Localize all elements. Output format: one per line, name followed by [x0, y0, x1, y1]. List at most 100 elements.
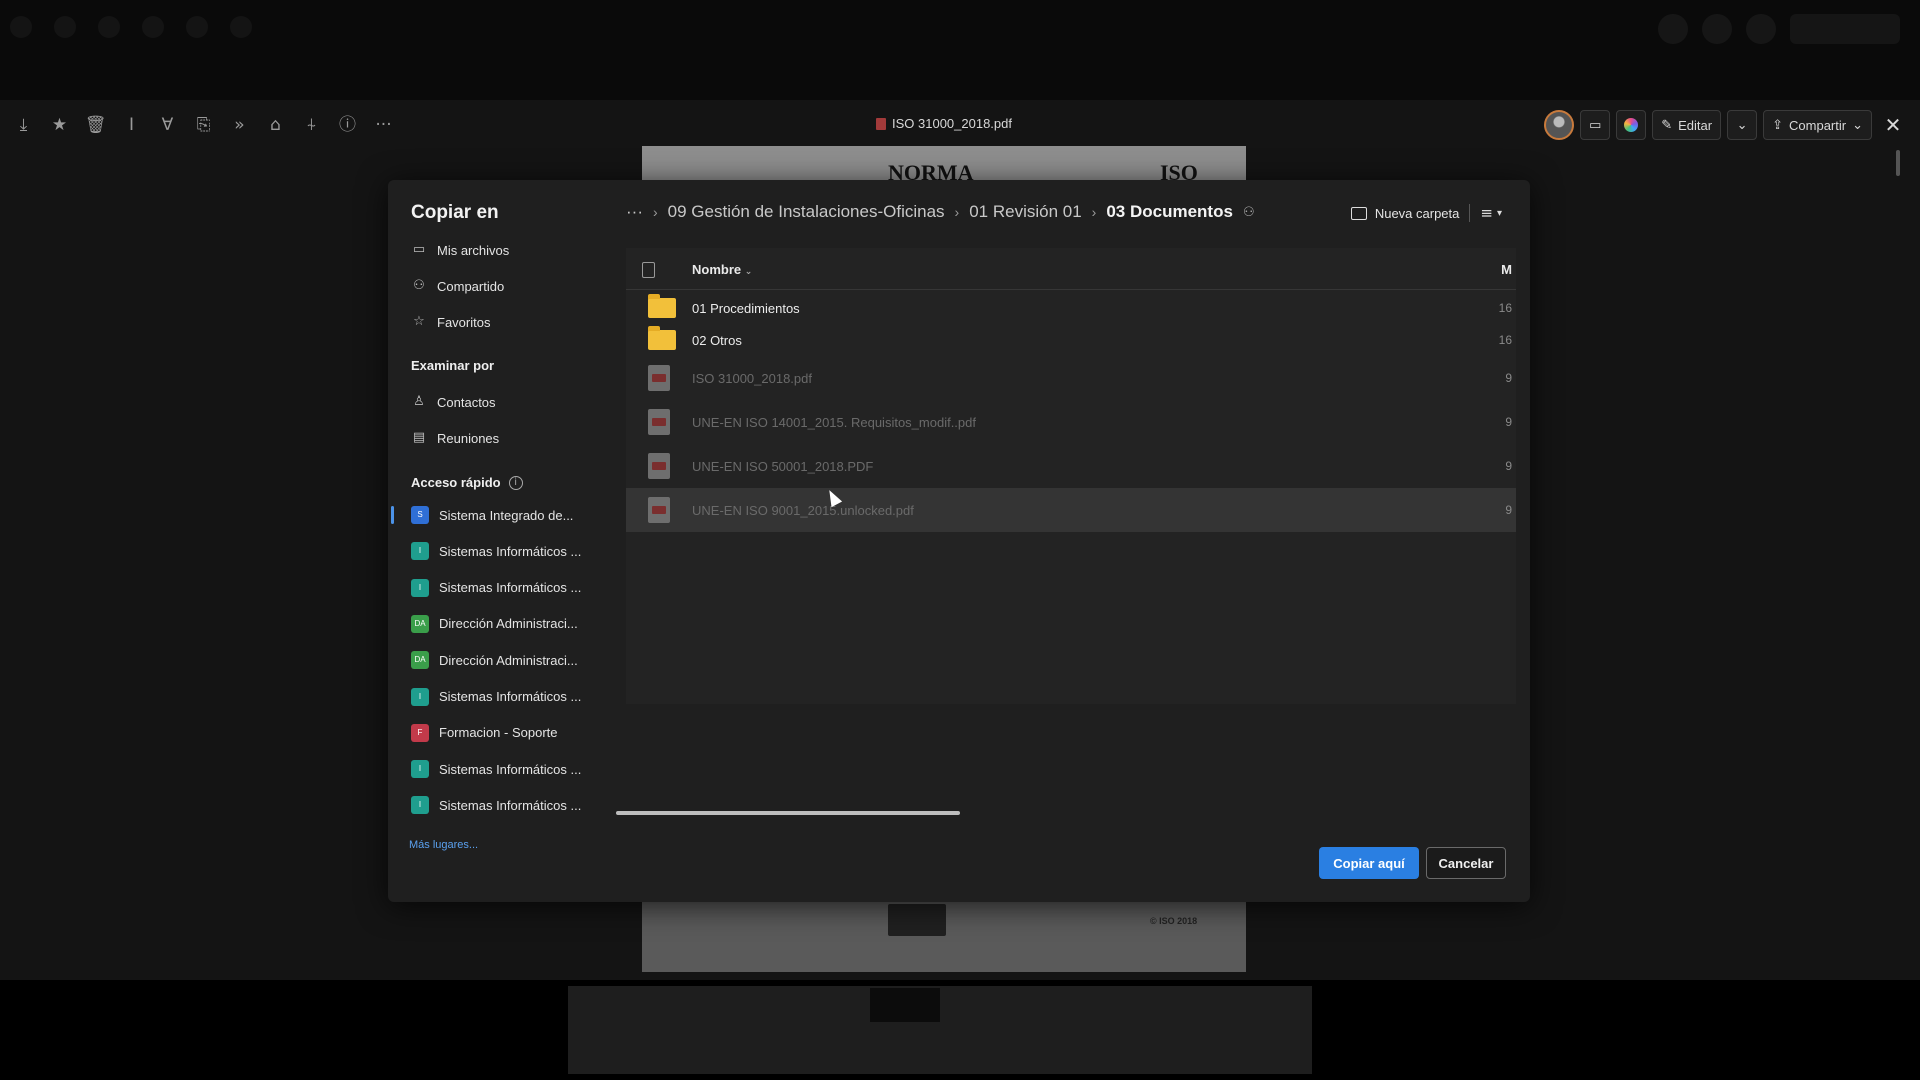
quick-access-item[interactable]: I Sistemas Informáticos ...	[411, 576, 581, 600]
quick-access-label: Dirección Administraci...	[439, 616, 578, 632]
share-button[interactable]: ⇪ Compartir ⌄	[1763, 110, 1872, 140]
lock-icon[interactable]: ⌂	[264, 113, 287, 137]
move-icon[interactable]: ⎘	[192, 113, 215, 137]
quick-access-item[interactable]: F Formacion - Soporte	[411, 721, 558, 745]
sidebar-item-meetings[interactable]: ▤ Reuniones	[411, 426, 499, 450]
iso-logo	[888, 904, 946, 936]
copy-to-dialog: Copiar en ▭ Mis archivos ⚇ Compartido ☆ …	[388, 180, 1530, 902]
background-header-actions	[1658, 14, 1900, 44]
quick-access-item[interactable]: DA Dirección Administraci...	[411, 648, 578, 672]
chevron-right-icon: ›	[652, 204, 658, 220]
quick-access-item[interactable]: S Sistema Integrado de...	[411, 503, 573, 527]
file-list-header: Nombre ⌄ M	[626, 248, 1516, 290]
file-title: ISO 31000_2018.pdf	[876, 116, 1012, 131]
viewer-toolbar: ⤓ ★ 🗑 I ∀ ⎘ » ⌂ ⍭ ⓘ ··· ISO 31000_2018.pdf ▭ ✎ Edi…	[0, 100, 1920, 176]
quick-access-heading-text: Acceso rápido	[411, 475, 501, 490]
more-places-link[interactable]: Más lugares...	[409, 839, 478, 851]
toolbar-icon-group: ⤓ ★ 🗑 I ∀ ⎘ » ⌂ ⍭ ⓘ ···	[12, 113, 395, 137]
shared-people-icon: ⚇	[1242, 204, 1255, 220]
breadcrumb-current: 03 Documentos	[1106, 202, 1233, 221]
site-badge-icon: S	[411, 506, 429, 524]
rename-icon[interactable]: I	[120, 113, 143, 137]
sidebar-item-shared[interactable]: ⚇ Compartido	[411, 274, 504, 298]
copilot-button[interactable]	[1616, 110, 1647, 140]
sidebar-item-my-files[interactable]: ▭ Mis archivos	[411, 238, 509, 262]
comment-button[interactable]: ▭	[1580, 110, 1611, 140]
calendar-icon: ▤	[412, 430, 426, 445]
file-list: Nombre ⌄ M 01 Procedimientos 16 02 Otros 16…	[626, 248, 1516, 704]
sidebar-item-contacts[interactable]: ♙ Contactos	[411, 390, 496, 414]
copilot-icon	[1624, 118, 1639, 132]
breadcrumb-overflow[interactable]: ···	[626, 202, 643, 222]
trash-icon[interactable]: 🗑	[84, 113, 107, 137]
filter-icon[interactable]: ∀	[156, 113, 179, 137]
viewer-actions: ▭ ✎ Editar ⌄ ⇪ Compartir ⌄ ✕	[1544, 110, 1908, 140]
row-name: 02 Otros	[692, 332, 742, 348]
quick-access-label: Sistemas Informáticos ...	[439, 543, 582, 559]
pdf-file-icon	[648, 409, 670, 435]
info-icon[interactable]: i	[508, 475, 523, 490]
file-row[interactable]: UNE-EN ISO 14001_2015. Requisitos_modif.…	[626, 400, 1516, 444]
sidebar-item-label: Contactos	[437, 394, 496, 410]
edit-button[interactable]: ✎ Editar	[1652, 110, 1722, 140]
folder-row[interactable]: 01 Procedimientos 16	[626, 292, 1516, 324]
avatar[interactable]	[1544, 110, 1575, 140]
breadcrumb-item[interactable]: 01 Revisión 01	[969, 202, 1081, 222]
column-header-name-text: Nombre	[692, 262, 742, 277]
site-badge-icon: I	[411, 760, 429, 779]
chevron-right-icon: ›	[1091, 204, 1097, 220]
folder-row[interactable]: 02 Otros 16	[626, 324, 1516, 356]
row-modified: 9	[1505, 371, 1512, 385]
toolbar-divider	[1469, 204, 1471, 222]
sidebar-item-favorites[interactable]: ☆ Favoritos	[411, 310, 490, 334]
sidebar-item-label: Compartido	[437, 278, 505, 294]
breadcrumb-item[interactable]: 09 Gestión de Instalaciones-Oficinas	[668, 202, 945, 222]
pin-icon[interactable]: ⍭	[300, 113, 323, 137]
star-icon[interactable]: ★	[48, 113, 71, 137]
column-header-modified[interactable]: M	[1501, 262, 1512, 277]
comment-icon: ▭	[1589, 117, 1602, 132]
background-next-page	[568, 986, 1312, 1074]
forward-icon[interactable]: »	[228, 113, 251, 137]
download-icon[interactable]: ⤓	[12, 113, 35, 137]
site-badge-icon: DA	[411, 614, 429, 633]
quick-access-item[interactable]: I Sistemas Informáticos ...	[411, 539, 581, 563]
edit-dropdown-button[interactable]: ⌄	[1727, 110, 1758, 140]
cancel-button[interactable]: Cancelar	[1426, 847, 1506, 879]
new-folder-icon	[1350, 206, 1367, 220]
viewer-scrollbar[interactable]	[1896, 150, 1900, 176]
file-row[interactable]: ISO 31000_2018.pdf 9	[626, 356, 1516, 400]
dialog-sidebar: Copiar en ▭ Mis archivos ⚇ Compartido ☆ …	[388, 180, 610, 902]
chevron-down-icon: ▾	[1496, 207, 1502, 219]
row-name: 01 Procedimientos	[692, 300, 800, 316]
quick-access-item[interactable]: I Sistemas Informáticos ...	[411, 793, 581, 817]
file-row[interactable]: UNE-EN ISO 50001_2018.PDF 9	[626, 444, 1516, 488]
document-copyright: © ISO 2018	[1150, 916, 1198, 926]
share-icon: ⇪	[1772, 117, 1784, 132]
site-badge-icon: I	[411, 578, 429, 597]
new-folder-button[interactable]: Nueva carpeta	[1350, 205, 1460, 221]
pdf-file-icon	[648, 365, 670, 391]
file-row[interactable]: UNE-EN ISO 9001_2015.unlocked.pdf 9	[626, 488, 1516, 532]
quick-access-item[interactable]: I Sistemas Informáticos ...	[411, 757, 581, 781]
background-toolbar-icons	[10, 16, 252, 38]
view-options-button[interactable]: ≡ ▾	[1480, 204, 1502, 222]
person-icon: ♙	[413, 394, 425, 409]
column-header-name[interactable]: Nombre ⌄	[692, 262, 752, 277]
row-modified: 9	[1505, 459, 1512, 473]
horizontal-scrollbar[interactable]	[616, 811, 960, 815]
more-icon[interactable]: ···	[372, 113, 395, 137]
close-viewer-icon[interactable]: ✕	[1878, 113, 1908, 138]
quick-access-item[interactable]: I Sistemas Informáticos ...	[411, 685, 581, 709]
star-icon: ☆	[413, 314, 425, 329]
quick-access-item[interactable]: DA Dirección Administraci...	[411, 612, 578, 636]
dialog-title: Copiar en	[411, 202, 499, 223]
pdf-file-icon	[648, 497, 670, 523]
info-icon[interactable]: ⓘ	[336, 113, 359, 137]
copy-here-button[interactable]: Copiar aquí	[1319, 847, 1419, 879]
new-folder-label: Nueva carpeta	[1374, 205, 1460, 221]
sidebar-item-label: Mis archivos	[437, 242, 510, 258]
share-label: Compartir	[1789, 117, 1847, 133]
edit-label: Editar	[1678, 117, 1713, 133]
dialog-top-actions: Nueva carpeta ≡ ▾	[1350, 204, 1502, 222]
